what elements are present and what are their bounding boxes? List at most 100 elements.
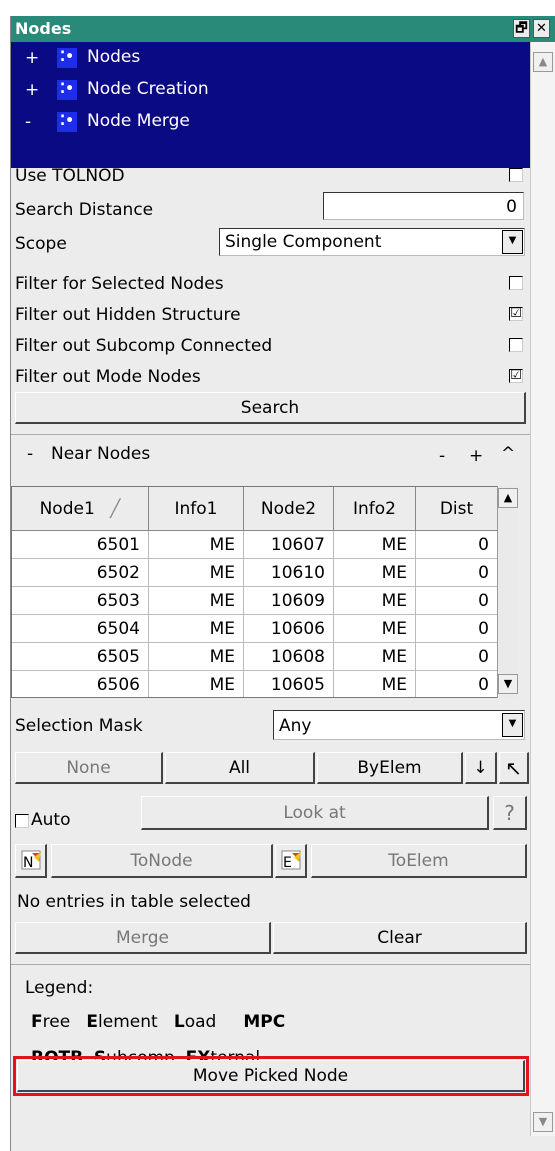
filter-hidden-label: Filter out Hidden Structure xyxy=(15,305,241,325)
filter-mode-checkbox[interactable]: ☑ xyxy=(509,369,523,383)
select-all-button[interactable]: All xyxy=(165,752,315,784)
tree-item-node-merge[interactable]: - ⁚• Node Merge xyxy=(11,106,530,138)
search-distance-input[interactable]: 0 xyxy=(323,192,524,220)
table-cell: 0 xyxy=(416,559,498,587)
table-cell: 0 xyxy=(416,587,498,615)
scroll-down-icon[interactable]: ▼ xyxy=(533,1112,553,1132)
scroll-up-icon[interactable]: ▲ xyxy=(533,52,553,72)
restore-icon[interactable]: 🗗 xyxy=(513,19,530,38)
auto-label: Auto xyxy=(31,810,71,830)
auto-checkbox[interactable] xyxy=(15,814,29,828)
table-cell: ME xyxy=(334,531,416,559)
to-node-icon[interactable]: N xyxy=(15,844,47,878)
near-nodes-table: Node1 ╱ Info1 Node2 Info2 Dist 6501 ME 106… xyxy=(11,486,511,698)
table-cell: ME xyxy=(334,615,416,643)
divider xyxy=(11,964,530,965)
table-cell: 10610 xyxy=(244,559,334,587)
help-icon[interactable]: ? xyxy=(493,796,527,830)
panel-title: Nodes xyxy=(15,19,72,38)
legend-load: Load xyxy=(173,1012,217,1032)
column-header-dist[interactable]: Dist xyxy=(416,487,498,531)
arrow-down-icon[interactable]: ↓ xyxy=(465,752,497,784)
table-cell: 0 xyxy=(416,671,498,697)
selection-mask-label: Selection Mask xyxy=(15,716,143,736)
table-cell: 10607 xyxy=(244,531,334,559)
table-cell: ME xyxy=(334,587,416,615)
search-button[interactable]: Search xyxy=(15,392,526,424)
divider xyxy=(11,434,530,435)
clear-button[interactable]: Clear xyxy=(273,922,527,954)
table-cell: ME xyxy=(149,559,244,587)
legend-title: Legend: xyxy=(25,978,94,998)
selection-mask-select[interactable]: Any xyxy=(273,710,525,740)
pick-cursor-icon[interactable]: ↖ xyxy=(499,752,529,784)
collapse-icon[interactable]: - xyxy=(25,112,31,132)
table-cell: 10608 xyxy=(244,643,334,671)
table-cell: ME xyxy=(149,671,244,697)
column-header-node1[interactable]: Node1 ╱ xyxy=(12,487,149,531)
filter-selected-checkbox[interactable] xyxy=(509,276,523,290)
column-header-info1[interactable]: Info1 xyxy=(149,487,244,531)
expand-icon[interactable]: + xyxy=(25,80,39,100)
near-nodes-minus-button[interactable]: - xyxy=(439,446,445,466)
use-tolnod-label: Use TOLNOD xyxy=(15,166,125,186)
filter-hidden-checkbox[interactable]: ☑ xyxy=(509,307,523,321)
close-icon[interactable]: ✕ xyxy=(533,19,550,38)
table-cell: ME xyxy=(149,587,244,615)
table-cell: ME xyxy=(334,643,416,671)
table-cell: 10606 xyxy=(244,615,334,643)
scroll-down-icon[interactable]: ▼ xyxy=(498,674,518,694)
filter-selected-label: Filter for Selected Nodes xyxy=(15,274,224,294)
near-nodes-plus-button[interactable]: + xyxy=(469,446,483,466)
table-cell: ME xyxy=(149,615,244,643)
table-cell: ME xyxy=(334,559,416,587)
legend-line-1: Free Element Load MPC xyxy=(31,1012,285,1032)
use-tolnod-checkbox[interactable] xyxy=(509,168,523,182)
search-distance-label: Search Distance xyxy=(15,200,154,220)
table-cell: 6501 xyxy=(12,531,149,559)
near-nodes-up-button[interactable]: ^ xyxy=(501,444,515,464)
panel-scrollbar[interactable]: ▲ ▼ xyxy=(530,42,555,1136)
to-elem-button[interactable]: ToElem xyxy=(311,844,527,878)
scope-label: Scope xyxy=(15,234,67,254)
highlight-box xyxy=(13,1056,529,1096)
merge-button[interactable]: Merge xyxy=(15,922,271,954)
legend-mpc: MPC xyxy=(243,1012,286,1032)
chevron-down-icon[interactable]: ▼ xyxy=(502,713,523,737)
table-cell: ME xyxy=(334,671,416,697)
column-header-node2[interactable]: Node2 xyxy=(244,487,334,531)
near-nodes-collapse[interactable]: - xyxy=(27,444,33,464)
sort-icon: ╱ xyxy=(110,499,121,519)
table-cell: ME xyxy=(149,643,244,671)
tree-item-node-creation[interactable]: + ⁚• Node Creation xyxy=(11,74,530,106)
to-elem-icon[interactable]: E xyxy=(275,844,307,878)
svg-text:N: N xyxy=(23,855,33,871)
tree-item-nodes[interactable]: + ⁚• Nodes xyxy=(11,42,530,74)
nodes-icon: ⁚• xyxy=(57,48,77,68)
column-header-info2[interactable]: Info2 xyxy=(334,487,416,531)
tree-item-label: Node Merge xyxy=(87,111,190,131)
scroll-up-icon[interactable]: ▲ xyxy=(498,488,518,508)
table-cell: ME xyxy=(149,531,244,559)
nodes-icon: ⁚• xyxy=(57,112,77,132)
to-node-button[interactable]: ToNode xyxy=(51,844,273,878)
table-cell: 10609 xyxy=(244,587,334,615)
nodes-panel: Nodes 🗗 ✕ + ⁚• Nodes + ⁚• Node Creation … xyxy=(10,16,555,1151)
tree-item-label: Node Creation xyxy=(87,79,209,99)
look-at-button[interactable]: Look at xyxy=(141,796,489,830)
table-scrollbar[interactable]: ▲ ▼ xyxy=(497,486,518,698)
scope-value: Single Component xyxy=(225,232,382,252)
filter-subcomp-checkbox[interactable] xyxy=(509,338,523,352)
table-cell: 0 xyxy=(416,615,498,643)
tree-panel: + ⁚• Nodes + ⁚• Node Creation - ⁚• Node … xyxy=(11,42,530,168)
panel-titlebar: Nodes 🗗 ✕ xyxy=(11,16,555,42)
select-none-button[interactable]: None xyxy=(15,752,163,784)
nodes-icon: ⁚• xyxy=(57,80,77,100)
legend-free: Free xyxy=(31,1012,71,1032)
select-byelem-button[interactable]: ByElem xyxy=(317,752,463,784)
scope-select[interactable]: Single Component xyxy=(219,228,525,256)
table-cell: 6505 xyxy=(12,643,149,671)
expand-icon[interactable]: + xyxy=(25,48,39,68)
table-cell: 6503 xyxy=(12,587,149,615)
chevron-down-icon[interactable]: ▼ xyxy=(502,230,523,254)
